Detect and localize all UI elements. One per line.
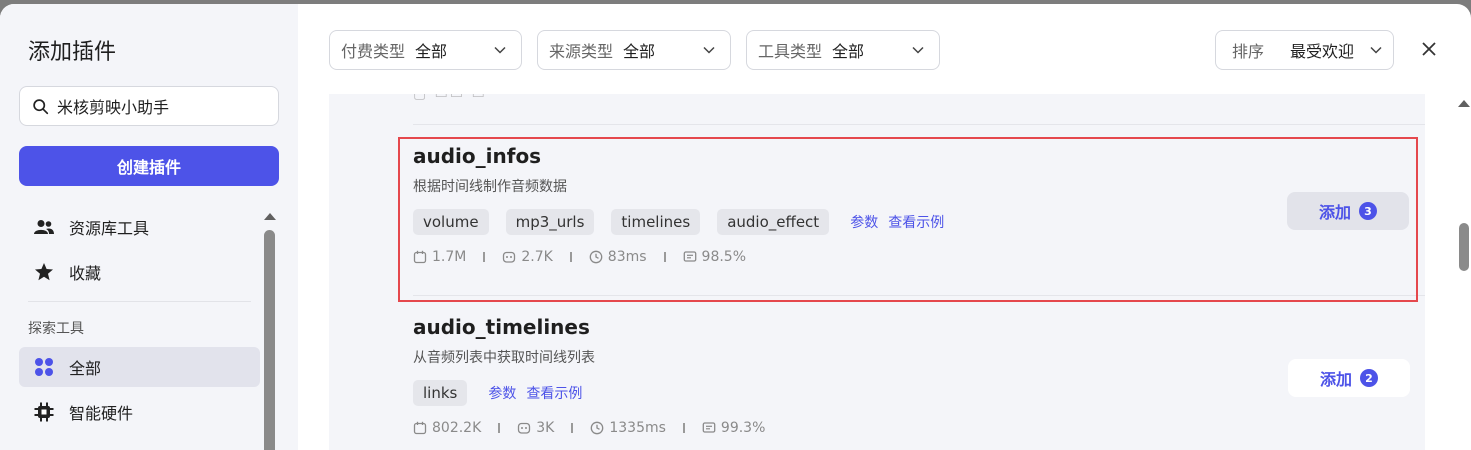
sidebar-divider <box>28 301 251 302</box>
add-button-label: 添加 <box>1319 370 1352 389</box>
plugin-name: audio_timelines <box>413 315 590 339</box>
usage-count: 802.2K <box>413 420 481 436</box>
stat-separator <box>498 423 501 433</box>
sidebar-scroll-up-arrow[interactable] <box>264 213 276 220</box>
chevron-down-icon <box>703 46 715 54</box>
row-divider <box>413 124 1425 125</box>
add-count-badge: 2 <box>1360 369 1378 387</box>
sidebar-item-label: 资源库工具 <box>69 219 150 238</box>
sidebar-item-library-tools[interactable]: 资源库工具 <box>19 207 260 247</box>
previous-item-stats-partial: ▢ ▭▭ ▭ <box>413 94 487 102</box>
plugin-description: 从音频列表中获取时间线列表 <box>413 350 595 366</box>
sidebar-scrollbar-thumb[interactable] <box>264 230 275 450</box>
bot-count: 3K <box>517 420 554 436</box>
grid-icon <box>33 356 55 378</box>
list-scroll-up-arrow[interactable] <box>1458 100 1470 107</box>
view-example-link[interactable]: 查看示例 <box>526 383 582 403</box>
add-plugin-dialog: 添加插件 米核剪映小助手 创建插件 资源库工具 收藏 探索工具 全部 智能硬件 … <box>0 4 1471 450</box>
chevron-down-icon <box>912 46 924 54</box>
sidebar-item-smart-hardware[interactable]: 智能硬件 <box>19 392 260 432</box>
users-icon <box>33 216 55 238</box>
stat-separator <box>571 423 574 433</box>
sidebar-item-all[interactable]: 全部 <box>19 347 260 387</box>
sidebar-item-label: 智能硬件 <box>69 404 134 423</box>
list-scrollbar-thumb[interactable] <box>1459 223 1469 271</box>
filter-label: 来源类型 <box>549 42 614 61</box>
clock-icon <box>591 421 604 435</box>
params-link[interactable]: 参数 <box>488 383 516 403</box>
usage-value: 802.2K <box>432 420 482 436</box>
plugin-item: audio_timelines 从音频列表中获取时间线列表 links 参数 查… <box>413 315 1413 436</box>
search-icon <box>33 98 49 114</box>
filter-value: 全部 <box>623 42 656 61</box>
chip-icon <box>33 401 55 423</box>
sidebar-item-favorites[interactable]: 收藏 <box>19 252 260 292</box>
sidebar-item-label: 全部 <box>69 359 102 378</box>
stat-separator <box>682 423 685 433</box>
filter-value: 全部 <box>832 42 865 61</box>
message-icon <box>702 422 716 433</box>
filter-label: 付费类型 <box>341 42 406 61</box>
source-type-filter[interactable]: 来源类型 全部 <box>537 30 731 70</box>
latency-value: 1335ms <box>609 420 666 436</box>
sidebar-section-label: 探索工具 <box>28 321 84 337</box>
payment-type-filter[interactable]: 付费类型 全部 <box>329 30 522 70</box>
sidebar: 添加插件 米核剪映小助手 创建插件 资源库工具 收藏 探索工具 全部 智能硬件 <box>0 4 298 450</box>
search-input-value: 米核剪映小助手 <box>57 98 170 117</box>
close-icon[interactable] <box>1418 38 1440 60</box>
bot-icon <box>518 422 531 434</box>
filter-label: 工具类型 <box>758 42 823 61</box>
chevron-down-icon <box>1370 46 1382 54</box>
dialog-title: 添加插件 <box>28 40 117 65</box>
calendar-icon <box>413 421 427 435</box>
param-tag: links <box>413 380 468 406</box>
sort-dropdown[interactable]: 排序 最受欢迎 <box>1215 30 1394 70</box>
success-rate: 99.3% <box>702 420 765 436</box>
search-input[interactable]: 米核剪映小助手 <box>19 86 279 126</box>
star-icon <box>33 261 55 283</box>
tool-type-filter[interactable]: 工具类型 全部 <box>746 30 940 70</box>
sort-value: 最受欢迎 <box>1290 42 1355 61</box>
create-plugin-button[interactable]: 创建插件 <box>19 146 279 186</box>
sort-label: 排序 <box>1232 42 1265 61</box>
chevron-down-icon <box>494 46 506 54</box>
latency: 1335ms <box>590 420 666 436</box>
selection-highlight <box>398 137 1418 302</box>
sidebar-item-label: 收藏 <box>69 264 102 283</box>
success-value: 99.3% <box>720 420 766 436</box>
add-button[interactable]: 添加 2 <box>1288 359 1410 397</box>
bot-value: 3K <box>536 420 555 436</box>
filter-value: 全部 <box>415 42 448 61</box>
